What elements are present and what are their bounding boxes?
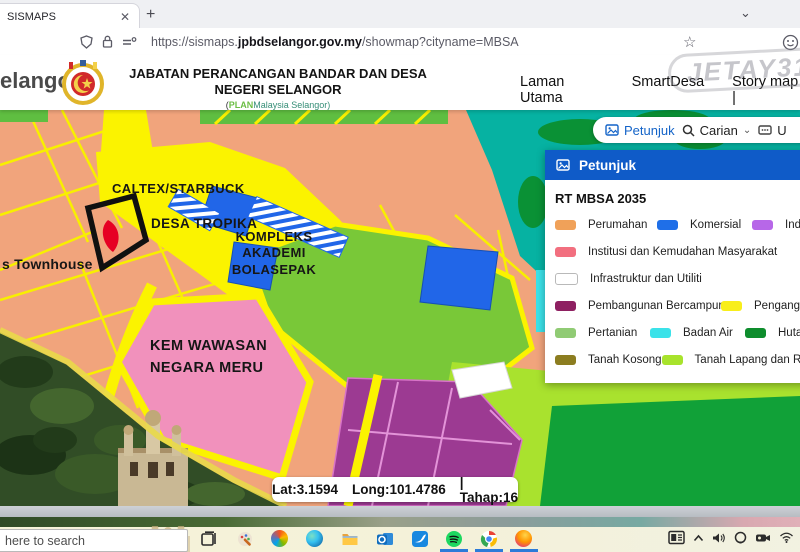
browser-window-bottom-edge [0, 506, 800, 517]
spotify-icon[interactable] [445, 530, 463, 548]
task-view-icon[interactable] [200, 530, 218, 548]
swatch-komersial [657, 220, 678, 230]
nav-smartdesa[interactable]: SmartDesa [632, 74, 705, 106]
screen: SISMAPS ✕ + ⌄ https://sismaps.jpbdselang… [0, 0, 800, 552]
paint-icon[interactable] [236, 530, 254, 548]
outlook-icon[interactable] [376, 530, 394, 548]
copilot-icon[interactable] [271, 530, 288, 547]
swatch-pengangkutan [721, 301, 742, 311]
desktop-wallpaper-strip [0, 517, 800, 527]
agency-title-block: JABATAN PERANCANGAN BANDAR DAN DESA NEGE… [113, 66, 443, 110]
search-icon [682, 124, 695, 137]
legend-row: Infrastruktur dan Utiliti [555, 270, 800, 288]
nav-laman-utama[interactable]: Laman Utama [520, 74, 604, 106]
swatch-institusi [555, 247, 576, 257]
swatch-pembangunan [555, 301, 576, 311]
swatch-tanah-kosong [555, 355, 576, 365]
coordinates-status-bar: Lat:3.1594 Long:101.4786 | Tahap:16 [272, 477, 518, 502]
map-label-kompleks-akademi: KOMPLEKS AKADEMI BOLASEPAK [213, 229, 335, 278]
permissions-icon[interactable] [122, 36, 137, 48]
legend-row: Institusi dan Kemudahan Masyarakat [555, 243, 800, 261]
forest-region [540, 396, 800, 506]
legend-image-icon [556, 159, 570, 171]
map-label-caltex: CALTEX/STARBUCK [112, 181, 245, 196]
widgets-icon[interactable] [668, 530, 685, 545]
status-lat: Lat:3.1594 [272, 482, 338, 497]
browser-tab-bar: SISMAPS ✕ + ⌄ [0, 0, 800, 28]
new-tab-button[interactable]: + [146, 6, 155, 24]
swatch-infrastruktur [555, 273, 578, 285]
map-toolbar: Petunjuk Carian⌄ U [593, 117, 800, 143]
status-long: Long:101.4786 [352, 482, 446, 497]
camera-device-icon[interactable] [755, 532, 771, 543]
swatch-hutan [745, 328, 766, 338]
status-tahap: | Tahap:16 [460, 475, 518, 505]
taskbar-search-box[interactable]: here to search [0, 529, 188, 552]
toolbar-petunjuk-button[interactable]: Petunjuk [605, 123, 675, 138]
legend-row: Tanah Kosong Tanah Lapang dan Rek [555, 351, 800, 369]
url-bar[interactable]: https://sismaps.jpbdselangor.gov.my/show… [0, 28, 800, 56]
swatch-perumahan [555, 220, 576, 230]
swatch-tanah-lapang [662, 355, 683, 365]
legend-row: Pembangunan Bercampur Pengangk [555, 297, 800, 315]
bird-app-icon[interactable] [411, 530, 429, 548]
swatch-badan-air [650, 328, 671, 338]
system-tray: ENG [668, 530, 800, 545]
legend-panel-header[interactable]: Petunjuk [545, 150, 800, 180]
legend-title: RT MBSA 2035 [555, 191, 800, 206]
chrome-icon[interactable] [480, 530, 498, 548]
header-nav: Laman Utama SmartDesa Story map | [520, 74, 800, 106]
legend-panel: Petunjuk RT MBSA 2035 Perumahan Komersia… [545, 150, 800, 383]
tab-close-icon[interactable]: ✕ [120, 10, 130, 24]
map-label-kem-wawasan: KEM WAWASAN NEGARA MERU [150, 336, 267, 380]
file-explorer-icon[interactable] [341, 530, 359, 548]
bookmark-star-icon[interactable]: ☆ [683, 33, 696, 51]
browser-tab[interactable]: SISMAPS ✕ [0, 3, 140, 29]
lock-icon[interactable] [102, 35, 113, 48]
swatch-pertanian [555, 328, 576, 338]
swatch-industri [752, 220, 773, 230]
legend-row: Perumahan Komersial Ind [555, 216, 800, 234]
measure-icon [758, 124, 772, 136]
wifi-icon[interactable] [779, 532, 794, 543]
search-box-text: here to search [5, 534, 85, 548]
legend-body: RT MBSA 2035 Perumahan Komersial Ind Ins… [545, 180, 800, 383]
tab-list-chevron-icon[interactable]: ⌄ [740, 5, 751, 21]
volume-icon[interactable] [712, 532, 726, 544]
toolbar-ukur-button[interactable]: U [758, 123, 786, 138]
nav-story-map[interactable]: Story map | [732, 74, 800, 106]
agency-title: JABATAN PERANCANGAN BANDAR DAN DESA NEGE… [113, 66, 443, 99]
sync-circle-icon[interactable] [734, 531, 747, 544]
extension-smiley-icon[interactable] [782, 34, 799, 51]
tab-title: SISMAPS [7, 11, 120, 23]
agency-subtitle: (PLANMalaysia Selangor) [113, 100, 443, 110]
shield-icon[interactable] [80, 35, 93, 49]
chevron-down-icon: ⌄ [743, 125, 751, 136]
selangor-crest-logo [60, 60, 106, 106]
url-text[interactable]: https://sismaps.jpbdselangor.gov.my/show… [151, 35, 519, 49]
map-label-townhouse: s Townhouse [2, 256, 93, 272]
tray-expand-chevron-icon[interactable] [693, 534, 704, 542]
edge-icon[interactable] [306, 530, 323, 547]
legend-row: Pertanian Badan Air Huta [555, 324, 800, 342]
toolbar-carian-button[interactable]: Carian⌄ [682, 123, 752, 138]
legend-image-icon [605, 124, 619, 136]
firefox-icon[interactable] [515, 530, 532, 547]
